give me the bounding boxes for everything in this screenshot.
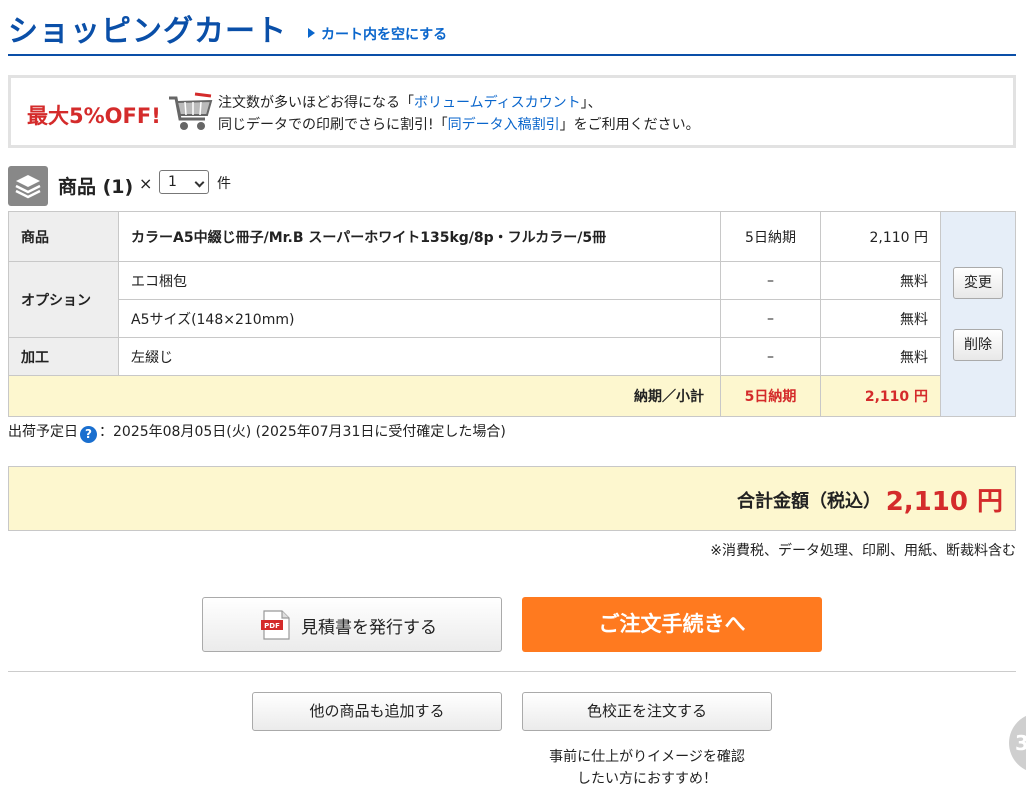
process-label: 加工 [8,337,119,376]
total-note: ※消費税、データ処理、印刷、用紙、断裁料含む [710,543,1016,559]
help-icon[interactable]: ? [80,426,97,443]
banner-line1-end: 」、 [580,95,602,111]
discount-banner: 最大5%OFF! 注文数が多いほどお得になる「ボリュームディスカウント」、 同じ… [8,75,1016,148]
quantity-unit: 件 [217,176,231,192]
volume-discount-link[interactable]: ボリュームディスカウント [414,95,581,111]
add-more-button[interactable]: 他の商品も追加する [252,692,502,731]
option-price: 無料 [820,299,941,338]
product-count-label: 商品 (1) [58,176,134,198]
option-delivery: – [720,299,821,338]
product-delivery: 5日納期 [720,211,821,262]
estimate-label: 見積書を発行する [301,618,437,638]
svg-text:PDF: PDF [264,622,280,630]
banner-line2-end: 」をご利用ください。 [559,117,700,133]
product-price: 2,110 円 [820,211,941,262]
page-header: ショッピングカート カート内を空にする [8,0,1016,56]
checkout-button[interactable]: ご注文手続きへ [522,597,822,652]
change-button[interactable]: 変更 [953,267,1003,299]
color-proof-button[interactable]: 色校正を注文する [522,692,772,731]
proof-note: 事前に仕上がりイメージを確認 したい方におすすめ！ [522,746,772,790]
option-name: A5サイズ(148×210mm) [118,299,721,338]
total-box: 合計金額（税込） 2,110 円 [8,466,1016,531]
option-price: 無料 [820,261,941,300]
product-label: 商品 [8,211,119,262]
total-label: 合計金額（税込） [737,491,881,512]
shipping-text: ：2025年08月05日(火) (2025年07月31日に受付確定した場合) [99,424,506,440]
quantity-value: 1 [168,174,177,190]
times-sign: × [139,174,153,193]
layers-icon [8,166,48,206]
option-name: エコ梱包 [118,261,721,300]
quantity-select[interactable]: 1 [159,170,209,194]
shipping-date: 出荷予定日? ：2025年08月05日(火) (2025年07月31日に受付確定し… [8,421,506,443]
table-row: A5サイズ(148×210mm) – 無料 [9,299,1016,338]
total-value: 2,110 円 [885,487,1003,517]
process-delivery: – [720,337,821,376]
proof-note-line1: 事前に仕上がりイメージを確認 [549,749,745,765]
subtotal-row: 納期／小計 5日納期 2,110 円 [8,375,1016,417]
process-name: 左綴じ [118,337,721,376]
table-row: 商品 カラーA5中綴じ冊子/Mr.B スーパーホワイト135kg/8p・フルカラ… [8,211,1016,417]
subtotal-price: 2,110 円 [820,375,941,417]
estimate-button[interactable]: PDF 見積書を発行する [202,597,502,652]
shipping-label: 出荷予定日 [8,424,78,440]
subtotal-label: 納期／小計 [8,375,721,417]
divider [8,671,1016,672]
table-row: オプション エコ梱包 – 無料 [8,261,1016,338]
option-label: オプション [8,261,119,338]
table-row: 加工 左綴じ – 無料 [8,337,1016,376]
shopping-cart-icon [169,92,213,130]
product-name: カラーA5中綴じ冊子/Mr.B スーパーホワイト135kg/8p・フルカラー/5… [118,211,721,262]
process-price: 無料 [820,337,941,376]
delete-button[interactable]: 削除 [953,329,1003,361]
proof-note-line2: したい方におすすめ！ [577,771,717,787]
subtotal-delivery: 5日納期 [720,375,821,417]
empty-cart-label: カート内を空にする [321,27,448,43]
option-delivery: – [720,261,821,300]
empty-cart-link[interactable]: カート内を空にする [308,24,447,44]
triangle-right-icon [308,28,315,38]
product-header: 商品 (1) × 1 件 [8,166,408,206]
action-cell: 変更 削除 [940,211,1016,417]
same-data-discount-link[interactable]: 同データ入稿割引 [448,117,560,133]
discount-badge: 最大5%OFF! [27,104,161,128]
banner-line1-text: 注文数が多いほどお得になる「 [218,95,414,111]
floating-button[interactable]: 3 [1009,713,1026,773]
cart-table: 商品 カラーA5中綴じ冊子/Mr.B スーパーホワイト135kg/8p・フルカラ… [8,211,1016,417]
banner-text: 注文数が多いほどお得になる「ボリュームディスカウント」、 同じデータでの印刷でさ… [218,92,700,136]
banner-line2-text: 同じデータでの印刷でさらに割引!「 [218,117,448,133]
chevron-down-icon [194,177,205,188]
pdf-icon: PDF [261,610,290,640]
page-title: ショッピングカート [8,14,287,49]
